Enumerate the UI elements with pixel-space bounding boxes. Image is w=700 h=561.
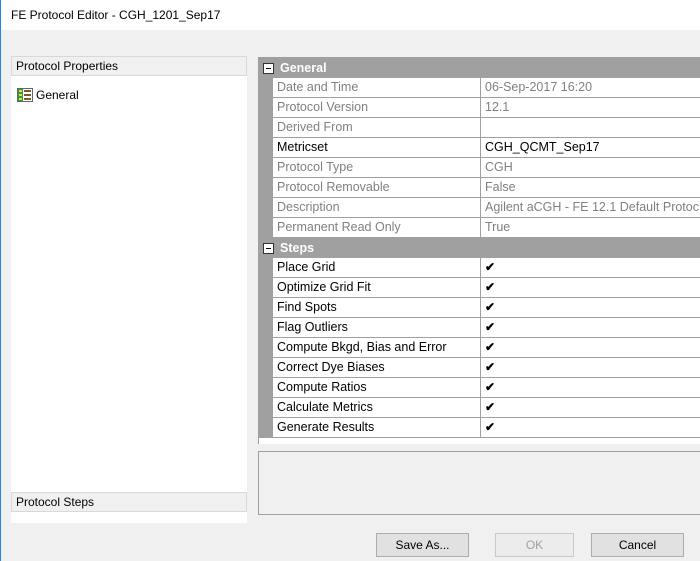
row-gutter [259, 418, 273, 438]
property-value: False [481, 178, 700, 198]
property-name: Derived From [273, 118, 481, 138]
property-name: Permanent Read Only [273, 218, 481, 238]
property-row[interactable]: Optimize Grid Fit ✔ [259, 278, 700, 298]
property-name: Description [273, 198, 481, 218]
row-gutter [259, 158, 273, 178]
property-row[interactable]: Find Spots ✔ [259, 298, 700, 318]
property-value [481, 118, 700, 138]
row-gutter [259, 138, 273, 158]
collapse-icon[interactable] [263, 62, 274, 74]
property-name: Find Spots [273, 298, 481, 318]
checkmark-icon[interactable]: ✔ [481, 398, 700, 418]
checkmark-icon[interactable]: ✔ [481, 358, 700, 378]
property-value: 06-Sep-2017 16:20 [481, 78, 700, 98]
property-name: Protocol Removable [273, 178, 481, 198]
checkmark-icon[interactable]: ✔ [481, 338, 700, 358]
property-row[interactable]: Generate Results ✔ [259, 418, 700, 438]
property-name: Correct Dye Biases [273, 358, 481, 378]
row-gutter [259, 178, 273, 198]
property-grid: General Date and Time 06-Sep-2017 16:20 Pro… [258, 57, 700, 444]
protocol-properties-panel [11, 57, 247, 523]
property-row[interactable]: Description Agilent aCGH - FE 12.1 Defaul… [259, 198, 700, 218]
property-row[interactable]: Flag Outliers ✔ [259, 318, 700, 338]
property-value: CGH [481, 158, 700, 178]
property-value: 12.1 [481, 98, 700, 118]
checkmark-icon[interactable]: ✔ [481, 378, 700, 398]
checkmark-icon[interactable]: ✔ [481, 318, 700, 338]
property-row[interactable]: Compute Ratios ✔ [259, 378, 700, 398]
property-name: Compute Ratios [273, 378, 481, 398]
row-gutter [259, 398, 273, 418]
tree-item-label: General [36, 88, 79, 102]
property-name: Protocol Type [273, 158, 481, 178]
collapse-icon[interactable] [263, 242, 274, 254]
section-header-steps[interactable]: Steps [259, 238, 700, 258]
row-gutter [259, 338, 273, 358]
protocol-properties-header[interactable]: Protocol Properties [11, 56, 247, 76]
row-gutter [259, 258, 273, 278]
section-title: Steps [280, 241, 315, 255]
property-name: Flag Outliers [273, 318, 481, 338]
property-row[interactable]: Calculate Metrics ✔ [259, 398, 700, 418]
row-gutter [259, 278, 273, 298]
checkmark-icon[interactable]: ✔ [481, 298, 700, 318]
section-title: General [280, 61, 327, 75]
protocol-editor-window: FE Protocol Editor - CGH_1201_Sep17 Prot… [0, 0, 700, 561]
protocol-steps-header[interactable]: Protocol Steps [11, 492, 247, 512]
property-name: Protocol Version [273, 98, 481, 118]
row-gutter [259, 198, 273, 218]
property-value: Agilent aCGH - FE 12.1 Default Protoc [481, 198, 700, 218]
checkmark-icon[interactable]: ✔ [481, 258, 700, 278]
property-name: Date and Time [273, 78, 481, 98]
property-row[interactable]: Protocol Removable False [259, 178, 700, 198]
property-grid-icon [17, 88, 33, 102]
row-gutter [259, 298, 273, 318]
row-gutter [259, 118, 273, 138]
property-row[interactable]: Derived From [259, 118, 700, 138]
window-title: FE Protocol Editor - CGH_1201_Sep17 [1, 0, 700, 30]
property-row[interactable]: Protocol Type CGH [259, 158, 700, 178]
row-gutter [259, 78, 273, 98]
property-description-box [258, 451, 700, 515]
property-row[interactable]: Protocol Version 12.1 [259, 98, 700, 118]
property-name: Optimize Grid Fit [273, 278, 481, 298]
property-row[interactable]: Permanent Read Only True [259, 218, 700, 238]
ok-button[interactable]: OK [495, 533, 574, 557]
save-as-button[interactable]: Save As... [376, 533, 469, 557]
row-gutter [259, 378, 273, 398]
property-name: Generate Results [273, 418, 481, 438]
row-gutter [259, 218, 273, 238]
property-value: True [481, 218, 700, 238]
property-name: Metricset [273, 138, 481, 158]
property-row[interactable]: Date and Time 06-Sep-2017 16:20 [259, 78, 700, 98]
property-row[interactable]: Metricset CGH_QCMT_Sep17 [259, 138, 700, 158]
property-row[interactable]: Correct Dye Biases ✔ [259, 358, 700, 378]
row-gutter [259, 318, 273, 338]
checkmark-icon[interactable]: ✔ [481, 418, 700, 438]
checkmark-icon[interactable]: ✔ [481, 278, 700, 298]
tree-item-general[interactable]: General [17, 86, 79, 104]
property-name: Place Grid [273, 258, 481, 278]
property-row[interactable]: Place Grid ✔ [259, 258, 700, 278]
property-value[interactable]: CGH_QCMT_Sep17 [481, 138, 700, 158]
row-gutter [259, 358, 273, 378]
row-gutter [259, 98, 273, 118]
section-header-general[interactable]: General [259, 58, 700, 78]
property-name: Calculate Metrics [273, 398, 481, 418]
property-name: Compute Bkgd, Bias and Error [273, 338, 481, 358]
property-row[interactable]: Compute Bkgd, Bias and Error ✔ [259, 338, 700, 358]
cancel-button[interactable]: Cancel [591, 533, 684, 557]
